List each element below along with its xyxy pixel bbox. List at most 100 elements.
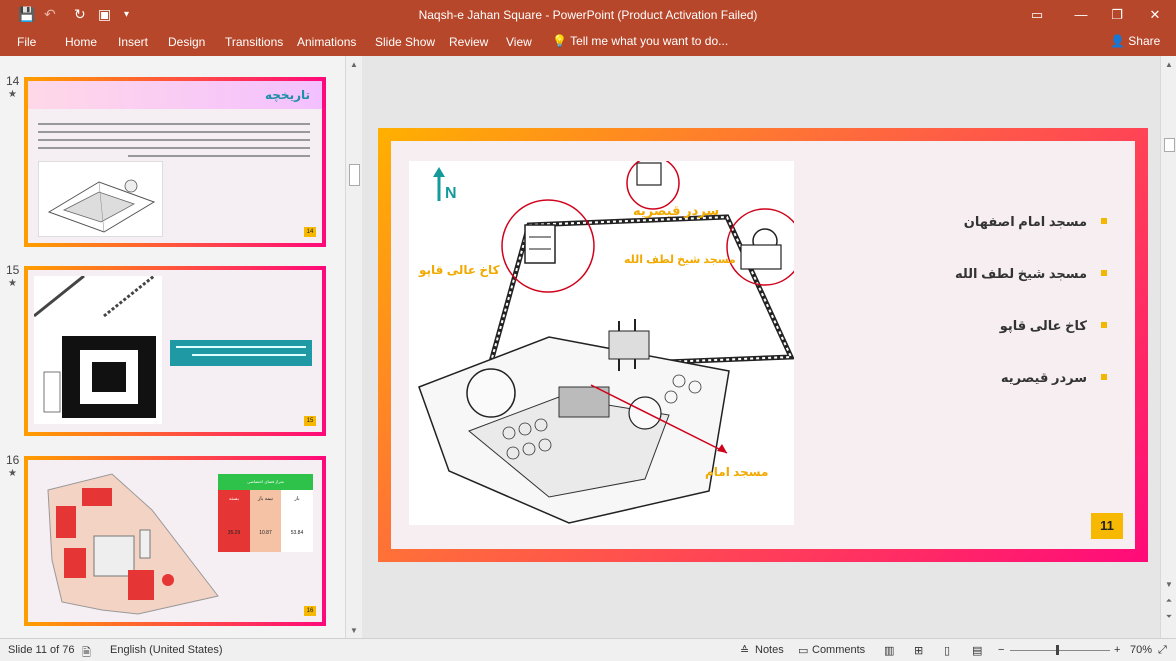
- north-arrowhead: [433, 167, 445, 177]
- scroll-up-icon[interactable]: ▲: [1164, 60, 1174, 70]
- colored-plan-drawing: [47, 473, 219, 615]
- plan-sketch-drawing: [47, 179, 156, 233]
- label-aliqapu: کاخ عالی قاپو: [419, 263, 500, 277]
- bullet-item: مسجد امام اصفهان: [963, 214, 1107, 230]
- normal-view-icon[interactable]: ▥: [884, 644, 894, 657]
- scrollbar-thumb[interactable]: [349, 164, 360, 186]
- tab-home[interactable]: Home: [65, 35, 97, 49]
- next-slide-icon[interactable]: ⏷: [1164, 612, 1174, 622]
- text-line: [38, 131, 310, 133]
- comments-icon[interactable]: ▭: [798, 644, 808, 657]
- table-col-label: نیمه باز: [257, 496, 274, 502]
- bullet-icon: [1101, 374, 1107, 380]
- slide-thumbnail-14[interactable]: تاریخچه 14: [24, 77, 326, 247]
- tab-transitions[interactable]: Transitions: [225, 35, 283, 49]
- person-icon: 👤: [1110, 34, 1125, 48]
- thumb-number-15: 15: [6, 263, 20, 277]
- comments-button[interactable]: Comments: [812, 644, 865, 656]
- bullet-item: مسجد شیخ لطف الله: [954, 266, 1107, 282]
- zoom-slider[interactable]: [1010, 645, 1110, 655]
- bullet-item: کاخ عالی قاپو: [999, 318, 1107, 334]
- tab-slide-show[interactable]: Slide Show: [375, 35, 435, 49]
- bullet-text: مسجد شیخ لطف الله: [954, 266, 1087, 281]
- text-line: [38, 147, 310, 149]
- table-cell: 10.87: [259, 530, 272, 536]
- zoom-slider-handle[interactable]: [1056, 645, 1059, 655]
- thumb-number-16: 16: [6, 453, 20, 467]
- square-plan-image: N سردر قیصریه مسجد شیخ لطف الله کاخ عالی…: [409, 156, 804, 525]
- thumb-page-badge: 16: [304, 606, 316, 616]
- table-header: متراژ فضای اختصاصی: [218, 474, 313, 490]
- tab-view[interactable]: View: [506, 35, 532, 49]
- ribbon-tabs: File Home Insert Design Transitions Anim…: [0, 30, 1176, 56]
- tab-design[interactable]: Design: [168, 35, 205, 49]
- reading-view-icon[interactable]: ▯: [944, 644, 950, 657]
- table-col-open: باز 53.84: [281, 490, 313, 552]
- restore-button[interactable]: ❐: [1102, 4, 1132, 26]
- thumbnail-scrollbar[interactable]: ▲ ▼: [345, 56, 362, 638]
- floor-plan-image: [33, 274, 162, 424]
- slide-thumbnail-16[interactable]: متراژ فضای اختصاصی بسته 35.29 نیمه باز 1…: [24, 456, 326, 626]
- tab-animations[interactable]: Animations: [297, 35, 356, 49]
- share-button[interactable]: 👤 Share: [1110, 34, 1160, 48]
- bullet-text: مسجد امام اصفهان: [963, 214, 1087, 229]
- editor-scrollbar[interactable]: ▲ ▼ ⏶ ⏷: [1160, 56, 1176, 638]
- status-bar: Slide 11 of 76 🗎 English (United States)…: [0, 638, 1176, 661]
- slide-sorter-icon[interactable]: ⊞: [914, 644, 923, 657]
- current-slide[interactable]: N سردر قیصریه مسجد شیخ لطف الله کاخ عالی…: [378, 128, 1148, 562]
- table-col-label: بسته: [228, 496, 240, 502]
- slide-number-badge: 11: [1091, 513, 1123, 539]
- zoom-out-icon[interactable]: −: [998, 644, 1004, 656]
- slide-thumbnail-15[interactable]: 15: [24, 266, 326, 436]
- label-lotfollah: مسجد شیخ لطف الله: [624, 254, 736, 266]
- zoom-in-icon[interactable]: +: [1114, 644, 1120, 656]
- text-line: [176, 346, 306, 348]
- plan-sketch-image: [38, 161, 163, 237]
- scroll-down-icon[interactable]: ▼: [1164, 580, 1174, 590]
- spell-check-icon[interactable]: 🗎: [82, 644, 91, 661]
- table-cell: 53.84: [290, 530, 304, 536]
- slide-content: N سردر قیصریه مسجد شیخ لطف الله کاخ عالی…: [391, 141, 1135, 549]
- slide-counter: Slide 11 of 76: [8, 644, 75, 656]
- slide-show-icon[interactable]: ▤: [972, 644, 982, 657]
- info-box: [170, 340, 312, 366]
- table-col-label: باز: [294, 496, 300, 502]
- title-bar: 💾 ↶ ↻ ▣ ▾ Naqsh-e Jahan Square - PowerPo…: [0, 0, 1176, 30]
- thumb-page-badge: 14: [304, 227, 316, 237]
- colored-plan-image: [42, 470, 232, 618]
- scrollbar-thumb[interactable]: [1164, 138, 1175, 152]
- slide-thumbnail-pane: 14 ★ تاریخچه 14 15 ★ 15 16 ★ متراژ فضای …: [0, 56, 345, 638]
- tab-file[interactable]: File: [17, 35, 36, 49]
- scroll-down-icon[interactable]: ▼: [349, 626, 359, 636]
- previous-slide-icon[interactable]: ⏶: [1164, 596, 1174, 606]
- label-imam-mosque: مسجد امام: [705, 465, 769, 479]
- scroll-up-icon[interactable]: ▲: [349, 60, 359, 70]
- minimize-button[interactable]: —: [1066, 4, 1096, 26]
- language-indicator[interactable]: English (United States): [110, 644, 223, 656]
- notes-icon[interactable]: ≙: [740, 644, 749, 657]
- floor-plan-drawing: [33, 274, 156, 418]
- bullet-icon: [1101, 218, 1107, 224]
- animation-star-icon: ★: [8, 278, 17, 289]
- animation-star-icon: ★: [8, 89, 17, 100]
- text-line: [192, 354, 306, 356]
- tab-insert[interactable]: Insert: [118, 35, 148, 49]
- ribbon-display-options-button[interactable]: ▭: [1022, 4, 1052, 26]
- bullet-text: کاخ عالی قاپو: [999, 318, 1087, 333]
- area-table: متراژ فضای اختصاصی بسته 35.29 نیمه باز 1…: [218, 474, 313, 552]
- fit-slide-icon[interactable]: ⤢: [1158, 644, 1167, 657]
- text-line: [128, 155, 310, 157]
- zoom-level[interactable]: 70%: [1130, 644, 1152, 656]
- notes-button[interactable]: Notes: [755, 644, 784, 656]
- share-label: Share: [1128, 34, 1161, 48]
- lightbulb-icon: 💡: [552, 34, 567, 48]
- animation-star-icon: ★: [8, 468, 17, 479]
- north-label: N: [445, 185, 457, 202]
- tab-review[interactable]: Review: [449, 35, 488, 49]
- tell-me-box[interactable]: 💡 Tell me what you want to do...: [552, 34, 728, 48]
- thumb-number-14: 14: [6, 74, 20, 88]
- label-qeysarie-gate: سردر قیصریه: [633, 203, 720, 218]
- thumb-page-badge: 15: [304, 416, 316, 426]
- table-col-closed: بسته 35.29: [218, 490, 250, 552]
- close-button[interactable]: ✕: [1140, 4, 1170, 26]
